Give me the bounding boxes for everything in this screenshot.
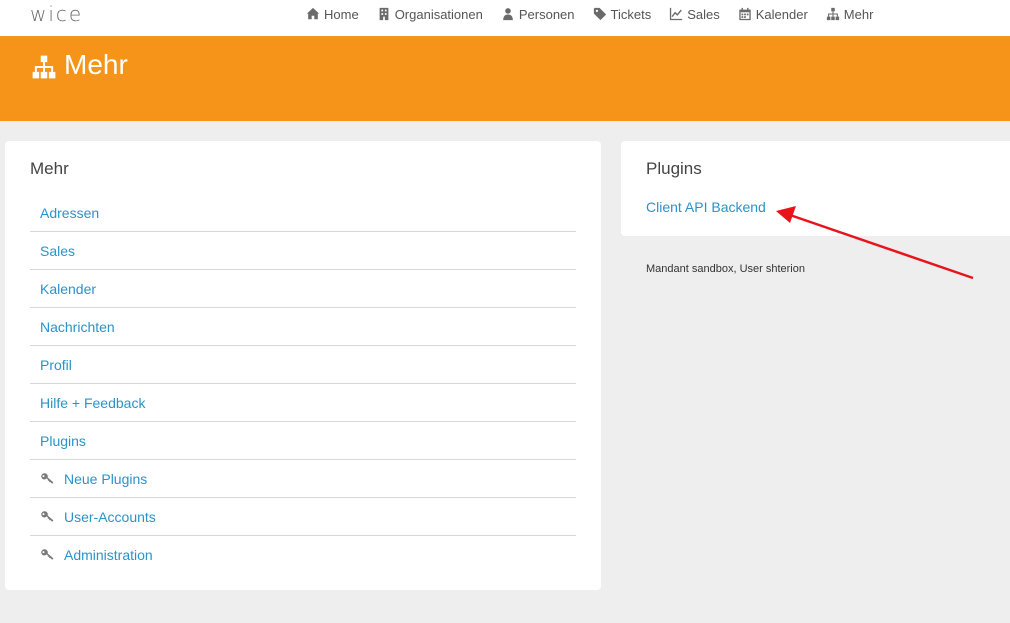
mehr-link-list: Adressen Sales Kalender Nachrichten Prof… — [30, 194, 576, 574]
nav-home-label: Home — [324, 6, 359, 22]
nav-organisationen-label: Organisationen — [394, 6, 483, 22]
nav-personen[interactable]: Personen — [501, 7, 575, 22]
plugins-link[interactable]: Plugins — [40, 433, 86, 449]
sitemap-icon — [32, 55, 56, 79]
mehr-card: Mehr Adressen Sales Kalender Nachrichten… — [5, 141, 601, 590]
key-icon — [41, 549, 54, 560]
line-chart-icon — [670, 7, 683, 21]
main-nav: Home Organisationen Personen Tickets Sal… — [306, 0, 891, 28]
mandant-user-info: Mandant sandbox, User shterion — [646, 263, 805, 275]
page-title: Mehr — [64, 49, 128, 80]
user-accounts-link[interactable]: User-Accounts — [64, 509, 156, 525]
administration-link[interactable]: Administration — [64, 547, 153, 563]
key-icon — [41, 510, 54, 521]
nav-kalender-label: Kalender — [755, 6, 808, 22]
list-item: Plugins — [30, 422, 576, 460]
kalender-link[interactable]: Kalender — [40, 281, 96, 297]
nachrichten-link[interactable]: Nachrichten — [40, 319, 115, 335]
list-item: Hilfe + Feedback — [30, 384, 576, 422]
adressen-link[interactable]: Adressen — [40, 205, 99, 221]
list-item: Administration — [30, 536, 576, 574]
nav-tickets[interactable]: Tickets — [593, 6, 652, 22]
hilfe-feedback-link[interactable]: Hilfe + Feedback — [40, 395, 145, 411]
nav-home[interactable]: Home — [306, 7, 359, 22]
nav-sales-label: Sales — [687, 6, 720, 22]
sitemap-icon — [826, 7, 839, 21]
list-item: User-Accounts — [30, 498, 576, 536]
nav-kalender[interactable]: Kalender — [738, 7, 808, 22]
sales-link[interactable]: Sales — [40, 243, 75, 259]
calendar-icon — [739, 7, 751, 21]
list-item: Neue Plugins — [30, 460, 576, 498]
neue-plugins-link[interactable]: Neue Plugins — [64, 471, 147, 487]
list-item: Nachrichten — [30, 308, 576, 346]
home-icon — [306, 7, 320, 20]
key-icon — [41, 472, 54, 483]
profil-link[interactable]: Profil — [40, 357, 72, 373]
nav-tickets-label: Tickets — [610, 6, 652, 22]
top-navigation-bar: wice Home Organisationen Personen Ticket… — [0, 0, 1010, 36]
nav-sales[interactable]: Sales — [669, 7, 720, 22]
list-item: Profil — [30, 346, 576, 384]
tag-icon — [593, 7, 606, 21]
page-banner — [0, 36, 1010, 121]
list-item: Kalender — [30, 270, 576, 308]
nav-personen-label: Personen — [518, 6, 575, 22]
mehr-card-title: Mehr — [30, 159, 69, 178]
client-api-backend-link[interactable]: Client API Backend — [646, 199, 766, 215]
nav-mehr[interactable]: Mehr — [826, 6, 874, 22]
nav-mehr-label: Mehr — [843, 6, 874, 22]
person-icon — [503, 8, 513, 21]
list-item: Adressen — [30, 194, 576, 232]
plugins-card-title: Plugins — [646, 159, 702, 178]
plugins-card: Plugins Client API Backend — [621, 141, 1010, 236]
list-item: Sales — [30, 232, 576, 270]
wice-logo[interactable]: wice — [30, 2, 83, 26]
building-icon — [379, 7, 389, 21]
nav-organisationen[interactable]: Organisationen — [377, 7, 483, 22]
